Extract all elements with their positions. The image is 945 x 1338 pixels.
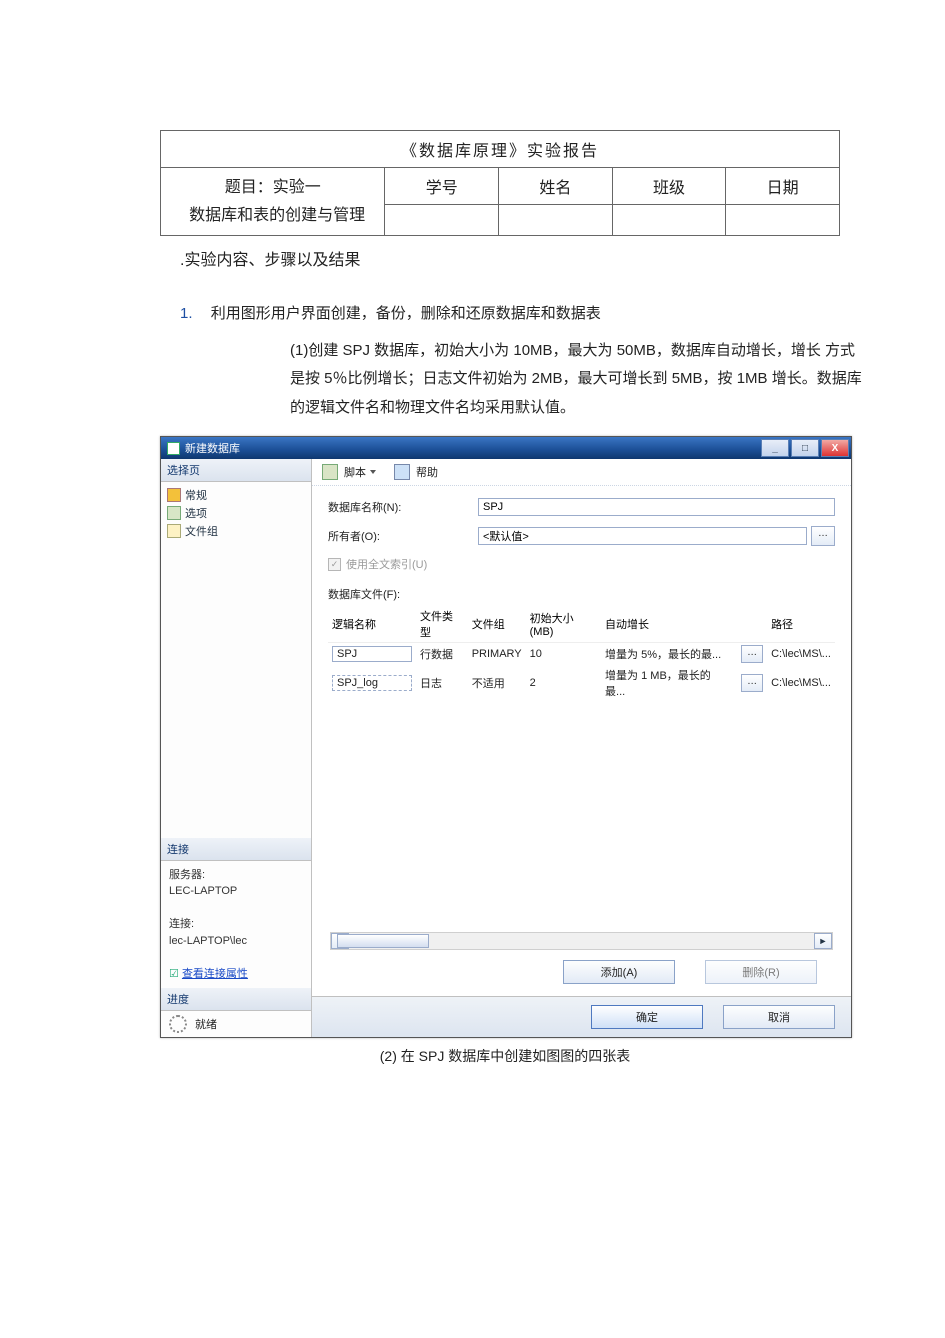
section-heading: .实验内容、步骤以及结果 xyxy=(180,246,865,270)
col-ftype: 文件类型 xyxy=(416,606,468,643)
nav-item-label: 选项 xyxy=(185,505,207,521)
page-icon xyxy=(167,506,181,520)
chevron-down-icon[interactable] xyxy=(370,470,376,474)
db-name-label: 数据库名称(N): xyxy=(328,499,478,515)
new-database-dialog: 新建数据库 _ □ X 选择页 常规 选项 xyxy=(160,436,852,1038)
val-date xyxy=(726,205,840,236)
page-icon xyxy=(167,524,181,538)
owner-input[interactable] xyxy=(478,527,807,545)
progress-spinner-icon xyxy=(169,1015,187,1033)
close-button[interactable]: X xyxy=(821,439,849,457)
nav-select-page-header: 选择页 xyxy=(161,459,311,482)
col-autogrow: 自动增长 xyxy=(601,606,734,643)
col-id: 学号 xyxy=(385,168,499,205)
connection-info: 服务器: LEC-LAPTOP 连接: lec-LAPTOP\lec ☑ 查看连… xyxy=(161,861,311,989)
file-initsize: 2 xyxy=(526,665,601,701)
table-row[interactable]: SPJ_log 日志 不适用 2 增量为 1 MB，最长的最... … C:\l… xyxy=(328,665,835,701)
view-connection-properties-link[interactable]: 查看连接属性 xyxy=(182,968,248,980)
conn-label: 连接: xyxy=(169,916,303,933)
item-1-text: 利用图形用户界面创建，备份，删除和还原数据库和数据表 xyxy=(211,305,601,322)
item-1-sub1: (1)创建 SPJ 数据库，初始大小为 10MB，最大为 50MB，数据库自动增… xyxy=(220,337,865,423)
val-class xyxy=(612,205,726,236)
dialog-titlebar[interactable]: 新建数据库 _ □ X xyxy=(161,437,851,459)
page-icon xyxy=(167,488,181,502)
scrollbar-thumb[interactable] xyxy=(337,934,429,948)
script-icon xyxy=(322,464,338,480)
server-value: LEC-LAPTOP xyxy=(169,883,303,900)
nav-progress-header: 进度 xyxy=(161,988,311,1011)
dialog-left-nav: 选择页 常规 选项 文件组 连接 xyxy=(161,459,312,1037)
nav-item-label: 文件组 xyxy=(185,523,218,539)
dialog-toolbar: 脚本 帮助 xyxy=(312,459,851,486)
nav-item-options[interactable]: 选项 xyxy=(167,504,311,522)
file-path: C:\lec\MS\... xyxy=(767,643,835,666)
table-row[interactable]: SPJ 行数据 PRIMARY 10 增量为 5%，最长的最... … C:\l… xyxy=(328,643,835,666)
autogrow-edit-button[interactable]: … xyxy=(741,674,763,692)
file-group: PRIMARY xyxy=(468,643,526,666)
owner-label: 所有者(O): xyxy=(328,528,478,544)
col-path: 路径 xyxy=(767,606,835,643)
file-logical-name[interactable]: SPJ xyxy=(332,646,412,662)
col-initsize: 初始大小(MB) xyxy=(526,606,601,643)
nav-item-label: 常规 xyxy=(185,487,207,503)
col-class: 班级 xyxy=(612,168,726,205)
scroll-right-icon[interactable]: ► xyxy=(814,933,832,949)
owner-browse-button[interactable]: … xyxy=(811,526,835,546)
connection-icon: ☑ xyxy=(169,968,179,980)
nav-item-general[interactable]: 常规 xyxy=(167,486,311,504)
col-date: 日期 xyxy=(726,168,840,205)
cancel-button[interactable]: 取消 xyxy=(723,1005,835,1029)
file-type: 日志 xyxy=(416,665,468,701)
db-name-input[interactable] xyxy=(478,498,835,516)
val-id xyxy=(385,205,499,236)
ok-button[interactable]: 确定 xyxy=(591,1005,703,1029)
sub2-caption: (2) 在 SPJ 数据库中创建如图图的四张表 xyxy=(160,1046,850,1066)
minimize-button[interactable]: _ xyxy=(761,439,789,457)
dialog-footer: 确定 取消 xyxy=(312,996,851,1037)
col-fgroup: 文件组 xyxy=(468,606,526,643)
server-label: 服务器: xyxy=(169,867,303,884)
nav-connection-header: 连接 xyxy=(161,838,311,861)
file-type: 行数据 xyxy=(416,643,468,666)
file-logical-name[interactable]: SPJ_log xyxy=(332,675,412,691)
autogrow-edit-button[interactable]: … xyxy=(741,645,763,663)
conn-value: lec-LAPTOP\lec xyxy=(169,933,303,950)
fulltext-label: 使用全文索引(U) xyxy=(346,556,427,572)
progress-status: 就绪 xyxy=(195,1016,217,1032)
report-title: 《数据库原理》实验报告 xyxy=(161,131,840,168)
topic-label: 题目：实验一 xyxy=(225,179,321,196)
horizontal-scrollbar[interactable]: ◄ ► xyxy=(330,932,833,950)
file-initsize: 10 xyxy=(526,643,601,666)
item-1-number: 1. xyxy=(180,305,193,322)
col-name: 姓名 xyxy=(499,168,613,205)
report-topic: 题目：实验一 数据库和表的创建与管理 xyxy=(161,168,385,236)
file-path: C:\lec\MS\... xyxy=(767,665,835,701)
col-logical: 逻辑名称 xyxy=(328,606,416,643)
add-file-button[interactable]: 添加(A) xyxy=(563,960,675,984)
help-icon xyxy=(394,464,410,480)
file-group: 不适用 xyxy=(468,665,526,701)
file-autogrow: 增量为 1 MB，最长的最... xyxy=(601,665,734,701)
item-1: 1. 利用图形用户界面创建，备份，删除和还原数据库和数据表 xyxy=(180,300,865,329)
window-icon xyxy=(167,442,180,455)
topic-sub: 数据库和表的创建与管理 xyxy=(189,207,365,224)
script-button[interactable]: 脚本 xyxy=(344,464,366,480)
remove-file-button[interactable]: 删除(R) xyxy=(705,960,817,984)
db-files-label: 数据库文件(F): xyxy=(328,586,835,602)
report-header-table: 《数据库原理》实验报告 题目：实验一 数据库和表的创建与管理 学号 姓名 班级 … xyxy=(160,130,840,236)
help-button[interactable]: 帮助 xyxy=(416,464,438,480)
nav-item-filegroups[interactable]: 文件组 xyxy=(167,522,311,540)
db-files-table: 逻辑名称 文件类型 文件组 初始大小(MB) 自动增长 路径 xyxy=(328,606,835,701)
file-autogrow: 增量为 5%，最长的最... xyxy=(601,643,734,666)
dialog-title: 新建数据库 xyxy=(185,440,240,456)
fulltext-checkbox[interactable]: ✓ xyxy=(328,558,341,571)
val-name xyxy=(499,205,613,236)
maximize-button[interactable]: □ xyxy=(791,439,819,457)
